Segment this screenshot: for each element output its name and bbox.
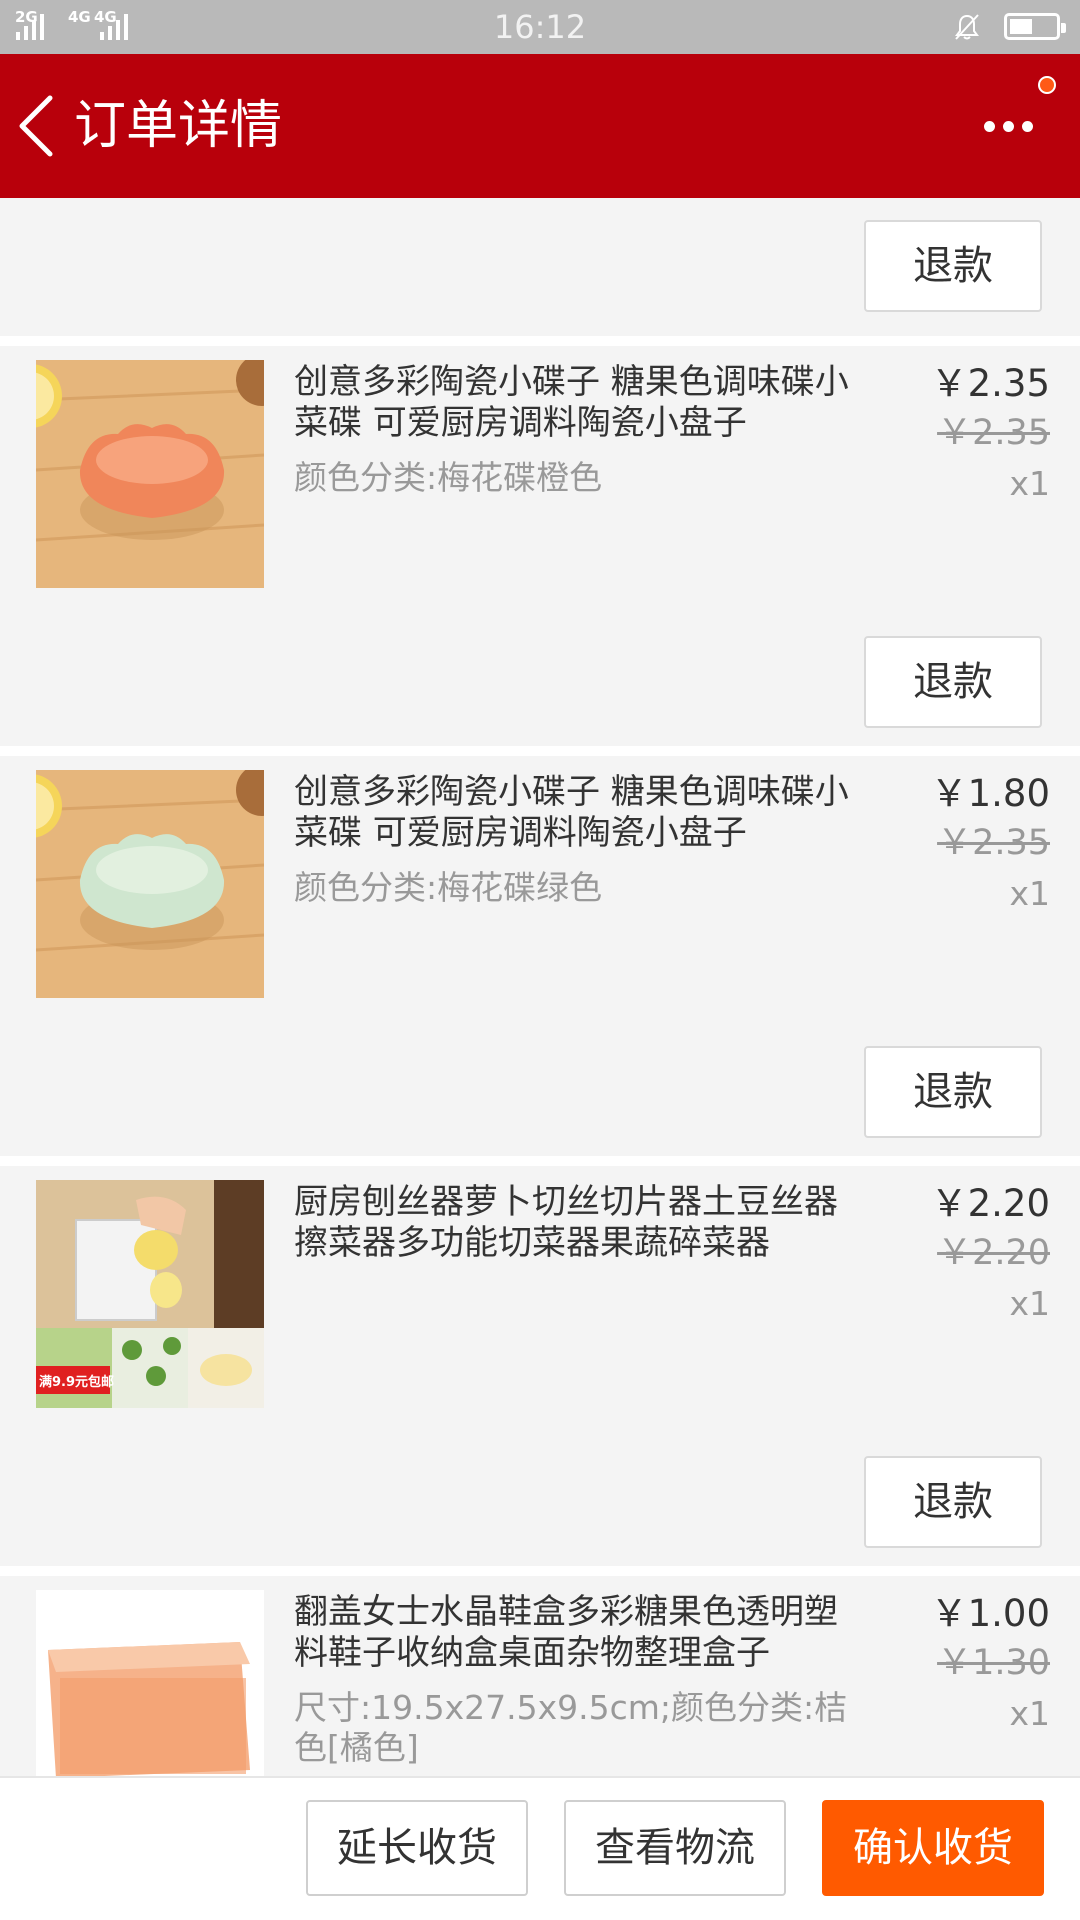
promo-badge: 满9.9元包邮 <box>39 1374 114 1390</box>
product-title[interactable]: 创意多彩陶瓷小碟子 糖果色调味碟小菜碟 可爱厨房调料陶瓷小盘子 <box>294 772 854 854</box>
order-item-list[interactable]: 退款 创意多彩陶瓷小碟子 糖果色调味碟小菜碟 可爱厨房调料陶瓷小盘子 颜色分类:… <box>0 198 1080 1776</box>
product-quantity: x1 <box>1009 874 1050 913</box>
product-quantity: x1 <box>1009 1694 1050 1733</box>
battery-icon <box>1004 13 1066 40</box>
product-spec: 尺寸:19.5x27.5x9.5cm;颜色分类:桔色[橘色] <box>294 1688 848 1767</box>
refund-row: 退款 <box>0 198 1080 336</box>
product-image[interactable] <box>36 1590 264 1776</box>
confirm-receipt-button[interactable]: 确认收货 <box>822 1800 1044 1896</box>
back-arrow-icon[interactable] <box>16 94 56 158</box>
view-logistics-button[interactable]: 查看物流 <box>564 1800 786 1896</box>
extend-receipt-button[interactable]: 延长收货 <box>306 1800 528 1896</box>
refund-button[interactable]: 退款 <box>864 220 1042 312</box>
product-title[interactable]: 翻盖女士水晶鞋盒多彩糖果色透明塑料鞋子收纳盒桌面杂物整理盒子 <box>294 1592 854 1674</box>
original-price: ￥1.30 <box>937 1643 1050 1683</box>
notification-dot <box>1038 76 1056 94</box>
list-item[interactable]: 创意多彩陶瓷小碟子 糖果色调味碟小菜碟 可爱厨房调料陶瓷小盘子 颜色分类:梅花碟… <box>0 756 1080 1156</box>
product-price: ￥1.80 <box>930 772 1050 815</box>
bell-muted-icon <box>955 14 979 40</box>
more-options-icon[interactable] <box>984 114 1034 138</box>
page-title: 订单详情 <box>74 96 283 156</box>
product-image[interactable] <box>36 770 264 998</box>
product-spec: 颜色分类:梅花碟橙色 <box>294 458 603 497</box>
refund-button[interactable]: 退款 <box>864 1046 1042 1138</box>
refund-button[interactable]: 退款 <box>864 1456 1042 1548</box>
app-header: 订单详情 <box>0 54 1080 198</box>
product-price: ￥1.00 <box>930 1592 1050 1635</box>
divider <box>0 1566 1080 1576</box>
product-image[interactable]: 满9.9元包邮 <box>36 1180 264 1408</box>
status-bar: 2G 4G 4G 16:12 <box>0 0 1080 54</box>
refund-button[interactable]: 退款 <box>864 636 1042 728</box>
product-spec: 颜色分类:梅花碟绿色 <box>294 868 603 907</box>
divider <box>0 746 1080 756</box>
product-title[interactable]: 厨房刨丝器萝卜切丝切片器土豆丝器擦菜器多功能切菜器果蔬碎菜器 <box>294 1182 854 1264</box>
clock: 16:12 <box>493 8 587 46</box>
product-image[interactable] <box>36 360 264 588</box>
product-quantity: x1 <box>1009 1284 1050 1323</box>
original-price: ￥2.35 <box>937 413 1050 453</box>
divider <box>0 1156 1080 1166</box>
list-item[interactable]: 翻盖女士水晶鞋盒多彩糖果色透明塑料鞋子收纳盒桌面杂物整理盒子 尺寸:19.5x2… <box>0 1576 1080 1776</box>
original-price: ￥2.35 <box>937 823 1050 863</box>
product-price: ￥2.35 <box>930 362 1050 405</box>
list-item[interactable]: 创意多彩陶瓷小碟子 糖果色调味碟小菜碟 可爱厨房调料陶瓷小盘子 颜色分类:梅花碟… <box>0 346 1080 746</box>
list-item[interactable]: 满9.9元包邮 厨房刨丝器萝卜切丝切片器土豆丝器擦菜器多功能切菜器果蔬碎菜器 ￥… <box>0 1166 1080 1566</box>
original-price: ￥2.20 <box>937 1233 1050 1273</box>
bottom-action-bar: 延长收货 查看物流 确认收货 <box>0 1776 1080 1920</box>
divider <box>0 336 1080 346</box>
product-quantity: x1 <box>1009 464 1050 503</box>
product-title[interactable]: 创意多彩陶瓷小碟子 糖果色调味碟小菜碟 可爱厨房调料陶瓷小盘子 <box>294 362 854 444</box>
product-price: ￥2.20 <box>930 1182 1050 1225</box>
